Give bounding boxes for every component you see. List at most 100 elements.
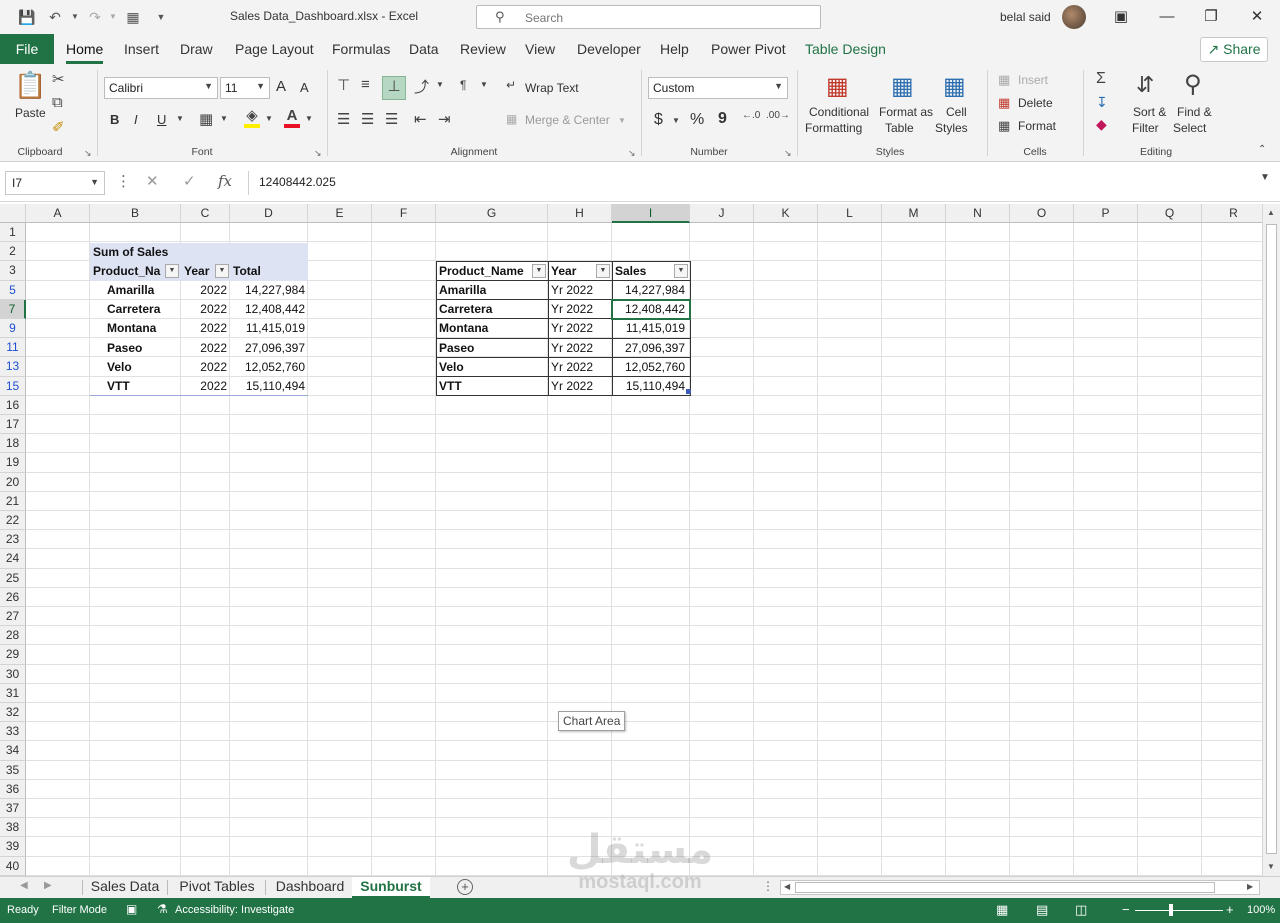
tab-review[interactable]: Review [460,41,506,57]
page-break-view-icon[interactable]: ◫ [1075,902,1087,918]
number-launcher-icon[interactable]: ↘ [784,148,792,159]
select-all-corner[interactable] [0,204,26,223]
align-top-icon[interactable]: ⊤ [337,76,350,94]
zoom-slider[interactable] [1135,910,1223,911]
pivot-year-cell[interactable]: 2022 [181,339,230,358]
decrease-font-button[interactable]: A [300,80,309,95]
sort-filter-label-2[interactable]: Filter [1132,121,1159,135]
row-header[interactable]: 37 [0,799,26,819]
clipboard-launcher-icon[interactable]: ↘ [84,148,92,159]
next-sheet-icon[interactable]: ▶ [44,880,52,891]
column-header[interactable]: N [946,204,1010,223]
format-cells-button[interactable]: Format [1018,119,1056,133]
pivot-product-cell[interactable]: Amarilla [104,281,180,300]
row-header[interactable]: 24 [0,549,26,569]
row-header[interactable]: 36 [0,779,26,799]
table-resize-handle[interactable] [686,389,691,394]
pivot-year-cell[interactable]: 2022 [181,358,230,377]
chevron-down-icon[interactable]: ▼ [480,80,488,89]
scroll-down-icon[interactable]: ▼ [1267,862,1275,871]
alignment-launcher-icon[interactable]: ↘ [628,148,636,159]
tab-home[interactable]: Home [66,41,104,64]
search-input[interactable]: ⚲ Search [476,5,821,29]
row-header[interactable]: 28 [0,626,26,646]
cancel-icon[interactable]: ✕ [146,172,159,190]
zoom-level[interactable]: 100% [1247,904,1275,916]
increase-decimal-icon[interactable]: ←.0 [742,110,760,121]
row-header[interactable]: 7 [0,299,26,319]
align-right-icon[interactable]: ☰ [385,110,398,128]
row-header[interactable]: 40 [0,856,26,876]
chevron-down-icon[interactable]: ▼ [220,114,228,123]
form-icon[interactable]: ▦ [124,8,142,26]
minimize-icon[interactable]: — [1152,6,1182,28]
cell-styles-label-1[interactable]: Cell [946,105,967,119]
column-header[interactable]: R [1202,204,1262,223]
align-middle-icon[interactable]: ≡ [361,76,370,93]
tab-file[interactable]: File [0,34,54,64]
sort-filter-label-1[interactable]: Sort & [1133,105,1166,119]
row-header[interactable]: 35 [0,760,26,780]
vertical-scrollbar[interactable]: ▲ ▼ [1262,204,1280,876]
conditional-formatting-label-2[interactable]: Formatting [805,121,862,135]
text-direction-icon[interactable]: ¶ [460,78,466,92]
pivot-total-cell[interactable]: 15,110,494 [230,377,308,396]
column-header[interactable]: G [436,204,548,223]
column-header[interactable]: E [308,204,372,223]
horizontal-scroll-thumb[interactable] [795,882,1215,893]
pivot-header-total[interactable]: Total [230,262,308,281]
row-header[interactable]: 17 [0,415,26,435]
undo-icon[interactable]: ↶ [46,8,64,26]
sort-filter-icon[interactable]: ⇵ [1136,72,1154,98]
redo-icon[interactable]: ↷ [86,8,104,26]
increase-indent-icon[interactable]: ⇥ [438,110,451,128]
font-name-select[interactable]: Calibri ▼ [104,77,218,99]
row-header[interactable]: 22 [0,511,26,531]
vertical-scroll-thumb[interactable] [1266,224,1277,854]
row-header[interactable]: 19 [0,453,26,473]
customize-toolbar-icon[interactable]: ▼ [152,8,170,26]
column-header[interactable]: D [230,204,308,223]
decrease-indent-icon[interactable]: ⇤ [414,110,427,128]
row-header[interactable]: 31 [0,683,26,703]
borders-icon[interactable]: ▦ [199,110,213,128]
paste-button[interactable]: Paste [15,106,46,120]
tab-table-design[interactable]: Table Design [805,41,886,57]
formula-input[interactable]: 12408442.025 [248,171,1274,195]
tab-page-layout[interactable]: Page Layout [235,41,314,57]
pivot-total-cell[interactable]: 12,408,442 [230,300,308,319]
conditional-formatting-icon[interactable]: ▦ [826,72,849,101]
font-size-select[interactable]: 11 ▼ [220,77,270,99]
autosum-icon[interactable]: Σ [1096,70,1106,88]
tab-view[interactable]: View [525,41,555,57]
pivot-year-cell[interactable]: 2022 [181,281,230,300]
row-header[interactable]: 1 [0,223,26,243]
name-box[interactable]: I7 ▼ [5,171,105,195]
number-format-select[interactable]: Custom ▼ [648,77,788,99]
find-select-label-1[interactable]: Find & [1177,105,1212,119]
tab-power-pivot[interactable]: Power Pivot [711,41,786,57]
pivot-total-cell[interactable]: 27,096,397 [230,339,308,358]
cut-icon[interactable]: ✂ [52,70,65,88]
pivot-total-cell[interactable]: 11,415,019 [230,319,308,338]
column-header[interactable]: O [1010,204,1074,223]
scroll-right-icon[interactable]: ▶ [1247,882,1253,891]
pivot-total-cell[interactable]: 12,052,760 [230,358,308,377]
sheet-tab-dashboard[interactable]: Dashboard [269,877,351,898]
column-header[interactable]: C [181,204,230,223]
format-as-table-label-2[interactable]: Table [885,121,914,135]
pivot-product-cell[interactable]: VTT [104,377,180,396]
prev-sheet-icon[interactable]: ◀ [20,880,28,891]
column-header[interactable]: K [754,204,818,223]
share-button[interactable]: ↗ Share [1200,37,1268,62]
find-select-icon[interactable]: ⚲ [1184,70,1202,99]
row-header[interactable]: 3 [0,261,26,281]
merge-center-button[interactable]: Merge & Center [525,113,610,127]
row-header[interactable]: 27 [0,607,26,627]
tab-help[interactable]: Help [660,41,689,57]
insert-cells-button[interactable]: Insert [1018,73,1048,87]
row-header[interactable]: 34 [0,741,26,761]
close-icon[interactable]: ✕ [1242,6,1272,28]
pivot-product-cell[interactable]: Montana [104,319,180,338]
find-select-label-2[interactable]: Select [1173,121,1206,135]
